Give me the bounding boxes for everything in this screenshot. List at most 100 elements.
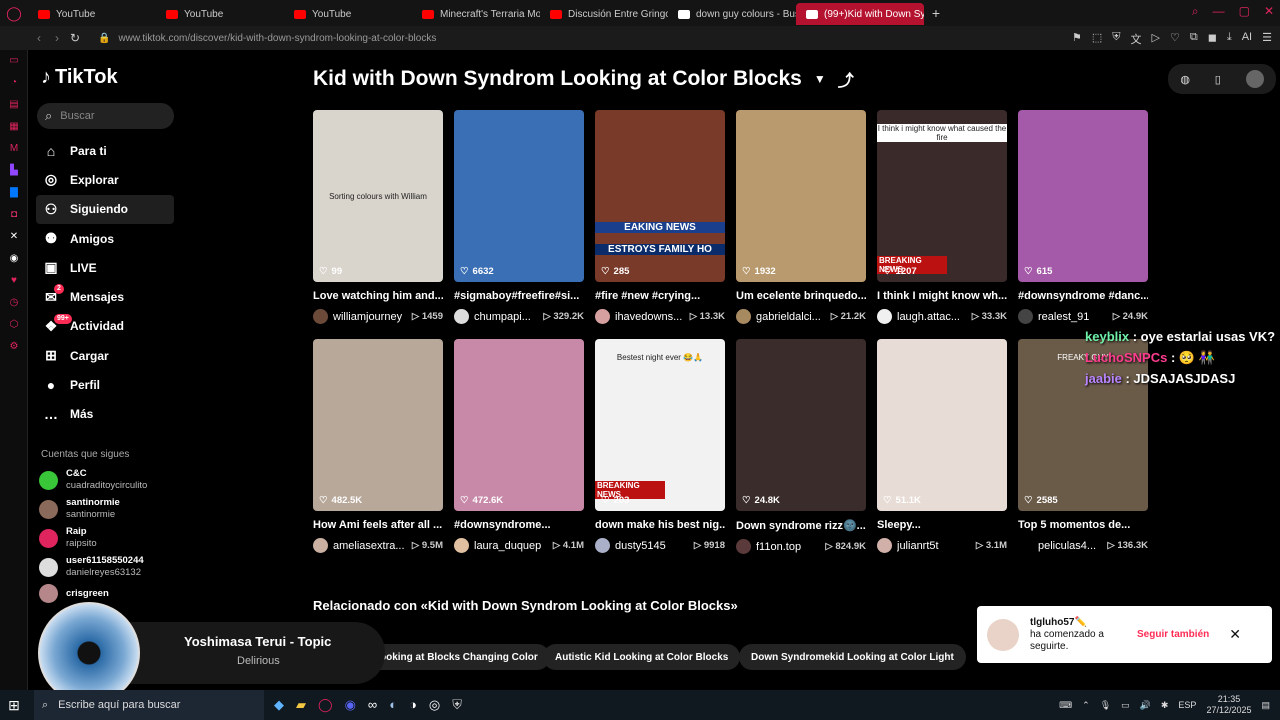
video-description[interactable]: Top 5 momentos de... xyxy=(1018,519,1148,531)
creator-avatar[interactable] xyxy=(1018,309,1033,324)
nav-item-para-ti[interactable]: ⌂ Para ti xyxy=(36,136,174,165)
video-thumbnail[interactable]: ♡ 51.1K xyxy=(877,339,1007,511)
nav-item-explorar[interactable]: ◎ Explorar xyxy=(36,165,174,194)
browser-tab[interactable]: YouTube xyxy=(28,3,156,25)
following-account[interactable]: user61158550244 danielreyes63132 xyxy=(39,555,144,579)
search-input[interactable] xyxy=(60,110,151,122)
settings-icon[interactable]: ⚙ xyxy=(0,336,28,358)
reload-button[interactable]: ↻ xyxy=(66,31,84,45)
profile-avatar[interactable]: ◼ xyxy=(1208,31,1217,47)
video-description[interactable]: Down syndrome rizz🌚... xyxy=(736,519,866,532)
music-icon[interactable]: ◔ xyxy=(0,72,28,94)
video-description[interactable]: Love watching him and... xyxy=(313,290,443,302)
video-description[interactable]: How Ami feels after all ... xyxy=(313,519,443,531)
related-search-pill[interactable]: Autistic Kid Looking at Color Blocks xyxy=(543,644,741,670)
video-description[interactable]: #fire #new #crying... xyxy=(595,290,725,302)
following-account[interactable]: Raip raipsito xyxy=(39,526,97,550)
language-indicator[interactable]: ESP xyxy=(1178,700,1196,710)
speed-icon[interactable]: ◍ xyxy=(1180,73,1190,86)
file-explorer-icon[interactable]: ▰ xyxy=(296,697,306,713)
windows-start-icon[interactable]: ⊞ xyxy=(0,697,28,714)
tray-chevron-icon[interactable]: ⌃ xyxy=(1082,700,1090,711)
creator-username[interactable]: laura_duquep xyxy=(474,540,548,552)
video-thumbnail[interactable]: Bestest night ever 😂🙏 BREAKING NEWS ♡ 203 xyxy=(595,339,725,511)
nav-item-cargar[interactable]: ⊞ Cargar xyxy=(36,341,174,370)
video-card[interactable]: Sorting colours with William ♡ 99 Love wa… xyxy=(313,110,443,324)
ai-icon[interactable]: AI xyxy=(1242,31,1252,47)
nav-item-mensajes[interactable]: ✉ 2 Mensajes xyxy=(36,282,174,311)
taskbar-search[interactable]: ⌕ Escribe aquí para buscar xyxy=(34,690,264,720)
share-icon[interactable]: ⤴ xyxy=(838,67,854,91)
app-icon[interactable]: ◑ xyxy=(409,697,417,713)
x-icon[interactable]: ✕ xyxy=(0,226,28,248)
video-thumbnail[interactable]: ♡ 482.5K xyxy=(313,339,443,511)
close-icon[interactable]: ✕ xyxy=(1229,626,1241,643)
video-description[interactable]: I think I might know wh... xyxy=(877,290,1007,302)
video-card[interactable]: ♡ 24.8K Down syndrome rizz🌚... f11on.top … xyxy=(736,339,866,554)
browser-tab[interactable]: Discusión Entre Gringo y P xyxy=(540,3,668,25)
url-field[interactable]: 🔒 www.tiktok.com/discover/kid-with-down-… xyxy=(98,33,436,44)
following-account[interactable]: santinormie santinormie xyxy=(39,497,120,521)
video-card[interactable]: ♡ 472.6K #downsyndrome... laura_duquep ▷ … xyxy=(454,339,584,553)
creator-username[interactable]: dusty5145 xyxy=(615,540,689,552)
download-icon[interactable]: ⤓ xyxy=(1227,31,1232,47)
creator-avatar[interactable] xyxy=(1018,538,1033,553)
shield-icon[interactable]: ⛨ xyxy=(452,697,462,713)
workspace-icon[interactable]: ▦ xyxy=(0,116,28,138)
creator-avatar[interactable] xyxy=(595,538,610,553)
nav-item-siguiendo[interactable]: ⚇ Siguiendo xyxy=(36,194,174,224)
new-tab-button[interactable]: + xyxy=(924,5,948,21)
minimize-button[interactable]: — xyxy=(1213,4,1225,19)
creator-avatar[interactable] xyxy=(454,538,469,553)
bookmark-icon[interactable]: ⚑ xyxy=(1072,31,1082,47)
creator-username[interactable]: williamjourney xyxy=(333,311,407,323)
capture-icon[interactable]: ⬚ xyxy=(1092,31,1102,47)
user-avatar[interactable] xyxy=(1245,70,1264,88)
browser-tab[interactable]: Minecraft's Terraria Mod xyxy=(412,3,540,25)
video-card[interactable]: ♡ 615 #downsyndrome #danc... realest_91 ▷… xyxy=(1018,110,1148,324)
video-thumbnail[interactable]: EAKING NEWS ESTROYS FAMILY HO ♡ 285 xyxy=(595,110,725,282)
video-thumbnail[interactable]: Sorting colours with William ♡ 99 xyxy=(313,110,443,282)
bluetooth-icon[interactable]: ✱ xyxy=(1161,700,1169,711)
obs-studio-icon[interactable]: ◎ xyxy=(429,697,440,713)
video-thumbnail[interactable]: I think i might know what caused the fir… xyxy=(877,110,1007,282)
browser-tab[interactable]: YouTube xyxy=(156,3,284,25)
video-card[interactable]: I think i might know what caused the fir… xyxy=(877,110,1007,324)
browser-tab[interactable]: down guy colours - Busca xyxy=(668,3,796,25)
messenger-icon[interactable]: ▭ xyxy=(0,50,28,72)
creator-avatar[interactable] xyxy=(877,538,892,553)
obs-icon[interactable]: ∞ xyxy=(368,697,377,713)
maximize-button[interactable]: ▢ xyxy=(1239,4,1250,19)
cube-icon[interactable]: ⬡ xyxy=(0,314,28,336)
chevron-down-icon[interactable]: ▼ xyxy=(814,72,826,86)
browser-tab[interactable]: (99+)Kid with Down Syndr xyxy=(796,3,924,25)
nav-item-live[interactable]: ▣ LIVE xyxy=(36,253,174,282)
video-description[interactable]: #downsyndrome... xyxy=(454,519,584,531)
creator-avatar[interactable] xyxy=(736,539,751,554)
video-card[interactable]: ♡ 1932 Um ecelente brinquedo... gabrielda… xyxy=(736,110,866,324)
twitch-icon[interactable]: ▙ xyxy=(0,160,28,182)
creator-username[interactable]: f11on.top xyxy=(756,541,820,553)
phone-icon[interactable]: ▯ xyxy=(1215,73,1221,86)
back-button[interactable]: ‹ xyxy=(30,31,48,45)
steam-icon[interactable]: ◐ xyxy=(389,697,397,713)
video-card[interactable]: ♡ 51.1K Sleepy... julianrt5t ▷ 3.1M xyxy=(877,339,1007,553)
creator-username[interactable]: ameliasextra... xyxy=(333,540,407,552)
forward-button[interactable]: › xyxy=(48,31,66,45)
shield-icon[interactable]: ⛨ xyxy=(1112,31,1120,47)
video-card[interactable]: EAKING NEWS ESTROYS FAMILY HO ♡ 285 #fire … xyxy=(595,110,725,324)
notifications-icon[interactable]: ▤ xyxy=(1261,700,1270,711)
creator-avatar[interactable] xyxy=(736,309,751,324)
video-description[interactable]: Sleepy... xyxy=(877,519,1007,531)
video-card[interactable]: Bestest night ever 😂🙏 BREAKING NEWS ♡ 203 … xyxy=(595,339,725,553)
clock-icon[interactable]: ◷ xyxy=(0,292,28,314)
search-tabs-icon[interactable]: ⌕ xyxy=(1192,4,1199,19)
url-text[interactable]: www.tiktok.com/discover/kid-with-down-sy… xyxy=(118,33,436,44)
creator-username[interactable]: ihavedowns... xyxy=(615,311,685,323)
heart-icon[interactable]: ♡ xyxy=(1170,31,1180,47)
creator-username[interactable]: gabrieldalci... xyxy=(756,311,826,323)
following-account[interactable]: crisgreen xyxy=(39,584,109,603)
extensions-icon[interactable]: ⧉ xyxy=(1190,31,1198,47)
copilot-icon[interactable]: ◆ xyxy=(274,697,284,713)
menu-icon[interactable]: ☰ xyxy=(1262,31,1272,47)
